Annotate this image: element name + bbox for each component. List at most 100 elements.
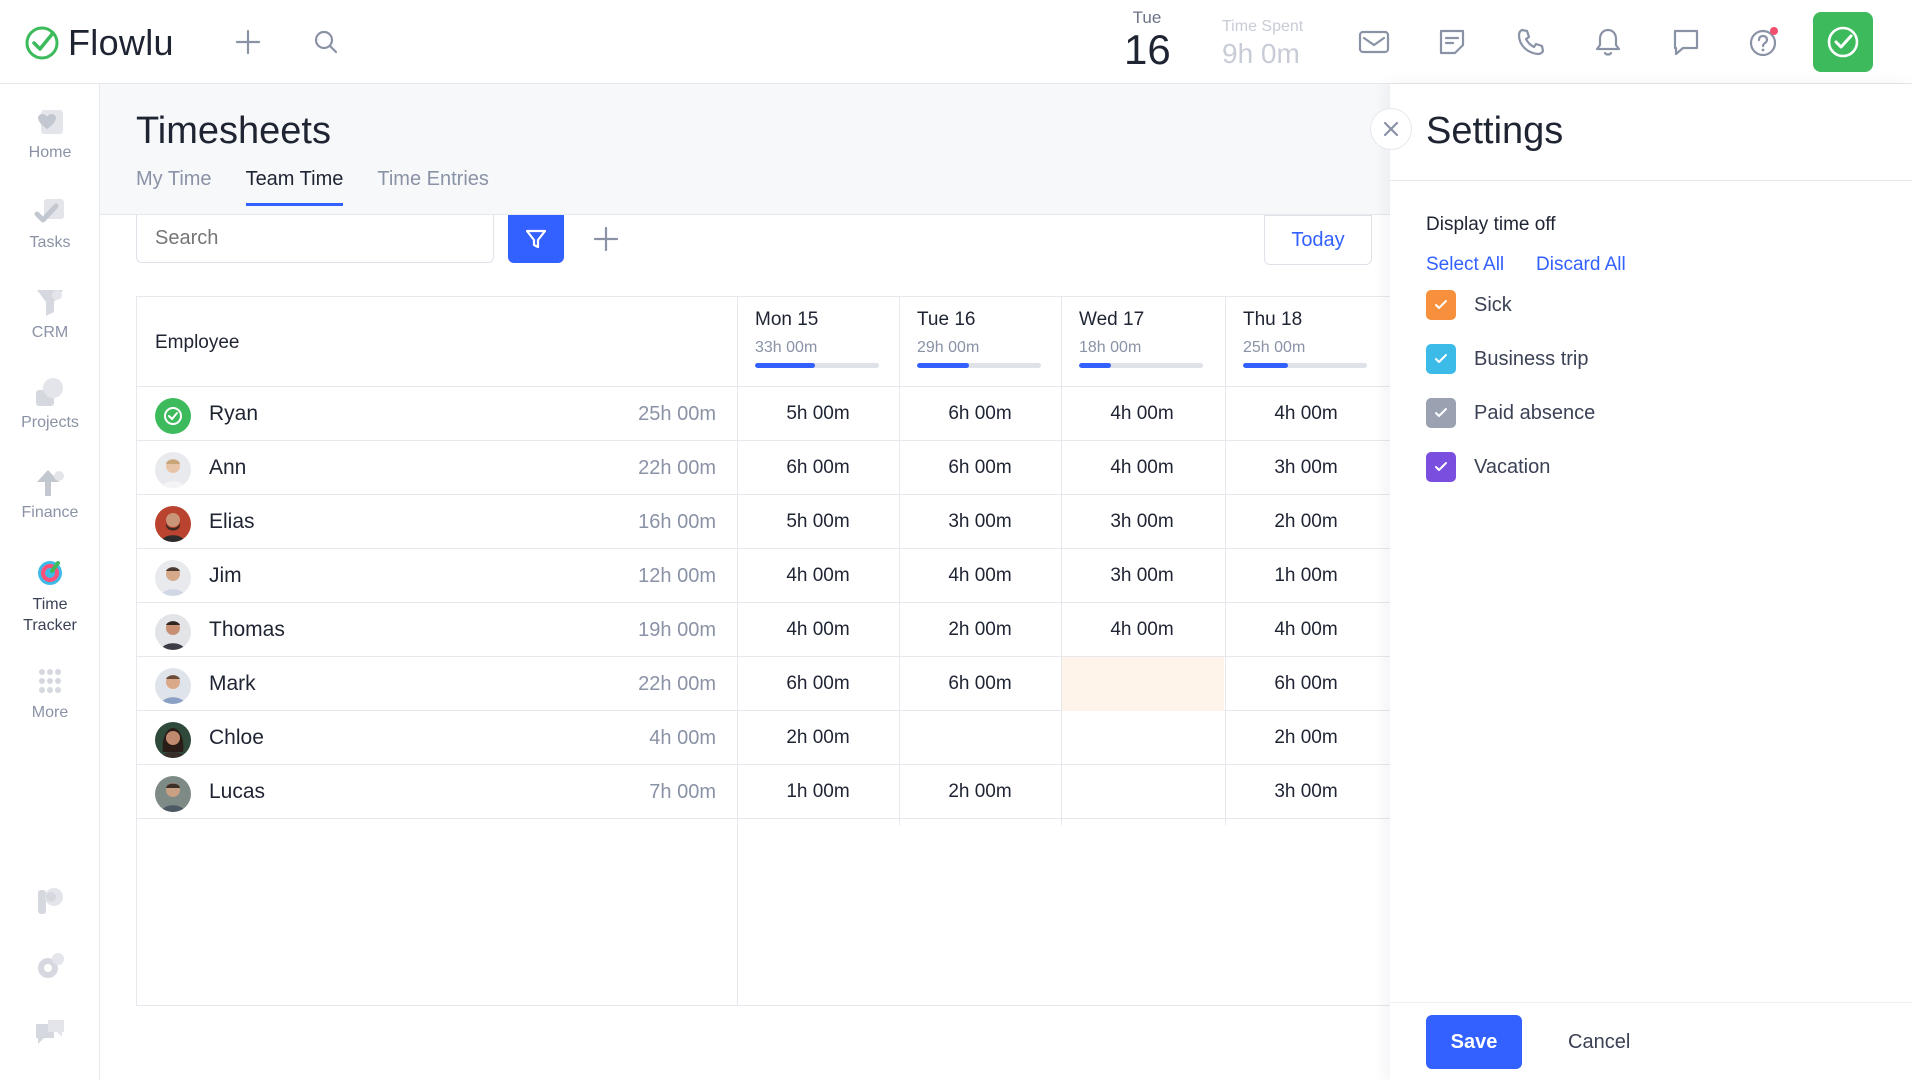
day-progress-bar [917, 363, 1041, 368]
table-row[interactable]: Lucas 7h 00m 1h 00m 2h 00m 3h 00m [137, 765, 1390, 819]
time-cell[interactable]: 4h 00m [1061, 603, 1223, 657]
sidebar-item-label: Time Tracker [23, 596, 77, 634]
phone-button[interactable] [1508, 20, 1552, 64]
person-avatar-icon [155, 668, 191, 704]
notes-button[interactable] [1430, 20, 1474, 64]
option-sick[interactable]: Sick [1426, 289, 1512, 321]
day-total: 29h 00m [917, 339, 980, 356]
time-cell[interactable]: 3h 00m [899, 495, 1061, 549]
tab-team-time[interactable]: Team Time [245, 168, 344, 206]
option-vacation[interactable]: Vacation [1426, 451, 1550, 483]
sidebar-pipedrive[interactable] [0, 884, 100, 922]
sidebar-item-time-tracker[interactable]: Time Tracker [0, 556, 100, 636]
time-cell[interactable]: 1h 00m [1225, 549, 1387, 603]
time-cell[interactable] [899, 711, 1061, 765]
table-row[interactable]: Ann 22h 00m 6h 00m 6h 00m 4h 00m 3h 00m [137, 441, 1390, 495]
search-button[interactable] [304, 20, 348, 64]
time-cell[interactable]: 4h 00m [737, 549, 899, 603]
today-button[interactable]: Today [1264, 215, 1372, 265]
pipedrive-icon [38, 888, 63, 914]
time-cell[interactable]: 6h 00m [1225, 657, 1387, 711]
time-cell[interactable]: 6h 00m [737, 657, 899, 711]
day-progress-bar [1079, 363, 1203, 368]
time-cell[interactable]: 4h 00m [737, 603, 899, 657]
filter-button[interactable] [508, 215, 564, 263]
sidebar-item-finance[interactable]: Finance [0, 466, 100, 522]
time-cell[interactable]: 2h 00m [899, 765, 1061, 819]
select-all-link[interactable]: Select All [1426, 254, 1504, 276]
time-cell[interactable]: 4h 00m [1061, 387, 1223, 441]
table-row[interactable]: Elias 16h 00m 5h 00m 3h 00m 3h 00m 2h 00… [137, 495, 1390, 549]
person-avatar-icon [155, 452, 191, 488]
app-name: Flowlu [68, 22, 174, 63]
employee-name: Mark [209, 672, 256, 695]
time-cell[interactable]: 3h 00m [1225, 441, 1387, 495]
option-business-trip[interactable]: Business trip [1426, 343, 1589, 375]
sidebar-support[interactable] [0, 1016, 100, 1054]
time-cell[interactable]: 4h 00m [899, 549, 1061, 603]
notifications-button[interactable] [1586, 20, 1630, 64]
time-cell[interactable]: 6h 00m [899, 657, 1061, 711]
time-cell[interactable]: 4h 00m [1061, 441, 1223, 495]
current-date: Tue 16 [1124, 8, 1171, 72]
time-cell[interactable]: 2h 00m [899, 603, 1061, 657]
check-badge-icon [164, 407, 182, 425]
checkbox-sick[interactable] [1426, 290, 1456, 320]
timesheet-content: Today Employee Mon 15 33h 00m Tue 16 29h… [100, 215, 1390, 1080]
time-cell[interactable]: 2h 00m [737, 711, 899, 765]
tab-my-time[interactable]: My Time [136, 168, 212, 206]
table-row[interactable]: Ryan 25h 00m 5h 00m 6h 00m 4h 00m 4h 00m [137, 387, 1390, 441]
sidebar-item-crm[interactable]: CRM [0, 286, 100, 342]
option-paid-absence[interactable]: Paid absence [1426, 397, 1595, 429]
sidebar-item-more[interactable]: More [0, 666, 100, 722]
time-cell[interactable]: 3h 00m [1225, 765, 1387, 819]
day-progress-bar [1243, 363, 1367, 368]
checkbox-business-trip[interactable] [1426, 344, 1456, 374]
checkbox-vacation[interactable] [1426, 452, 1456, 482]
cancel-button[interactable]: Cancel [1548, 1015, 1650, 1069]
table-row[interactable]: Mark 22h 00m 6h 00m 6h 00m 6h 00m [137, 657, 1390, 711]
checkbox-paid-absence[interactable] [1426, 398, 1456, 428]
time-cell[interactable] [1061, 765, 1223, 819]
sidebar-item-tasks[interactable]: Tasks [0, 196, 100, 252]
time-off-cell[interactable] [1062, 657, 1224, 711]
time-spent: Time Spent 9h 0m [1222, 18, 1303, 70]
help-button[interactable] [1742, 20, 1786, 64]
add-button[interactable] [226, 20, 270, 64]
table-row[interactable]: Jim 12h 00m 4h 00m 4h 00m 3h 00m 1h 00m [137, 549, 1390, 603]
time-cell[interactable]: 2h 00m [1225, 495, 1387, 549]
search-icon [314, 30, 338, 54]
time-cell[interactable]: 2h 00m [1225, 711, 1387, 765]
time-cell[interactable]: 6h 00m [899, 441, 1061, 495]
sidebar-settings[interactable] [0, 950, 100, 988]
time-cell[interactable]: 5h 00m [737, 495, 899, 549]
timer-button[interactable] [1813, 12, 1873, 72]
chat-button[interactable] [1664, 20, 1708, 64]
day-progress-bar [755, 363, 879, 368]
table-row[interactable]: Thomas 19h 00m 4h 00m 2h 00m 4h 00m 4h 0… [137, 603, 1390, 657]
time-cell[interactable]: 6h 00m [737, 441, 899, 495]
time-cell[interactable]: 4h 00m [1225, 603, 1387, 657]
time-cell[interactable]: 3h 00m [1061, 549, 1223, 603]
save-button[interactable]: Save [1426, 1015, 1522, 1069]
support-icon [36, 1020, 64, 1044]
app-logo[interactable]: Flowlu [24, 22, 174, 64]
time-cell[interactable]: 4h 00m [1225, 387, 1387, 441]
sidebar-item-projects[interactable]: Projects [0, 376, 100, 432]
flowlu-logo-icon [25, 26, 59, 60]
day-total: 25h 00m [1243, 339, 1306, 356]
tab-time-entries[interactable]: Time Entries [377, 168, 489, 206]
search-input[interactable] [136, 215, 494, 263]
time-cell[interactable]: 1h 00m [737, 765, 899, 819]
add-entry-button[interactable] [586, 219, 626, 259]
mail-button[interactable] [1352, 20, 1396, 64]
time-cell[interactable] [1061, 711, 1223, 765]
sidebar-item-home[interactable]: Home [0, 106, 100, 162]
table-row[interactable]: Chloe 4h 00m 2h 00m 2h 00m [137, 711, 1390, 765]
close-settings-button[interactable] [1370, 108, 1412, 150]
time-cell[interactable]: 3h 00m [1061, 495, 1223, 549]
discard-all-link[interactable]: Discard All [1536, 254, 1626, 276]
time-cell[interactable]: 5h 00m [737, 387, 899, 441]
notes-icon [1439, 29, 1465, 55]
time-cell[interactable]: 6h 00m [899, 387, 1061, 441]
